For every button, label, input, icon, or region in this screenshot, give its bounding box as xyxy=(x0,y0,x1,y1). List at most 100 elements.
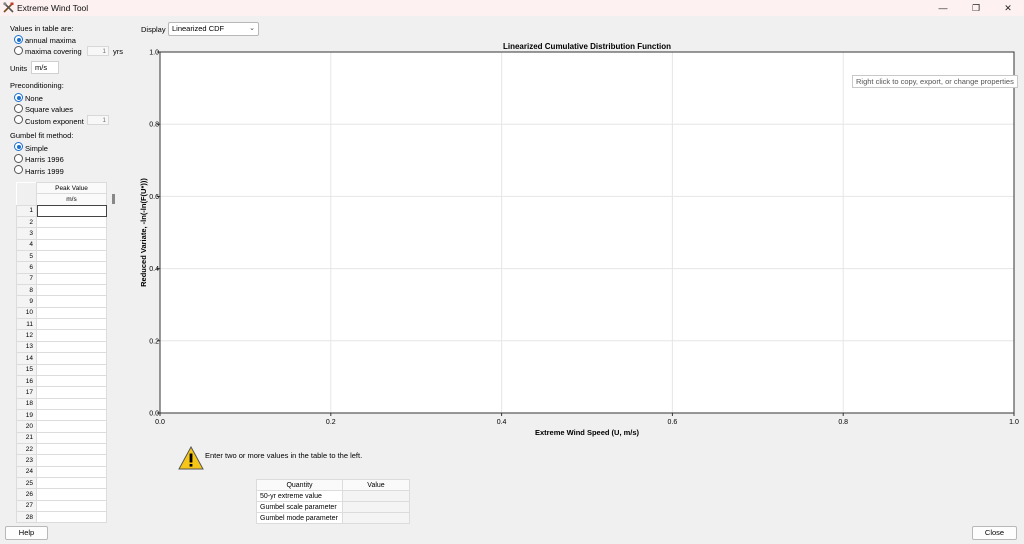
row-number: 2 xyxy=(16,216,37,229)
table-row: 27 xyxy=(16,499,107,512)
quantity-cell: 50-yr extreme value xyxy=(256,490,343,502)
row-number: 19 xyxy=(16,408,37,422)
close-window-button[interactable]: ✕ xyxy=(993,1,1023,15)
table-row: 4 xyxy=(16,238,107,252)
table-row: 28 xyxy=(16,510,107,524)
quantity-header: Quantity xyxy=(256,479,343,491)
y-axis-label: Reduced Variate, -ln(-ln(F(U*))) xyxy=(139,178,148,287)
row-number: 18 xyxy=(16,397,37,410)
row-number: 22 xyxy=(16,442,37,456)
peak-value-cell[interactable] xyxy=(36,318,107,331)
results-table: Quantity Value 50-yr extreme value Gumbe… xyxy=(256,479,410,524)
yrs-label: yrs xyxy=(113,47,123,56)
table-row: 17 xyxy=(16,386,107,399)
peak-value-cell[interactable] xyxy=(36,499,107,512)
y-tick-label: 0.6 xyxy=(149,194,159,201)
y-tick-label: 0.8 xyxy=(149,122,159,129)
peak-value-cell[interactable] xyxy=(36,204,107,218)
peak-value-cell[interactable] xyxy=(36,340,107,354)
row-number: 16 xyxy=(16,374,37,388)
row-number: 12 xyxy=(16,329,37,342)
peak-value-cell[interactable] xyxy=(36,476,107,490)
table-row: 9 xyxy=(16,295,107,308)
row-number: 8 xyxy=(16,284,37,297)
display-select[interactable]: Linearized CDF ⌄ xyxy=(168,22,259,36)
table-scroll-handle[interactable] xyxy=(112,194,115,204)
window-title: Extreme Wind Tool xyxy=(17,3,89,13)
gumbel-harris-1999-label: Harris 1999 xyxy=(25,167,64,176)
peak-value-cell[interactable] xyxy=(36,238,107,252)
row-number: 11 xyxy=(16,318,37,331)
peak-value-header: Peak Value xyxy=(36,181,107,195)
corner-header-2 xyxy=(16,193,37,206)
radio-precond-custom[interactable] xyxy=(14,115,23,124)
table-row: Gumbel mode parameter xyxy=(256,512,410,524)
help-button[interactable]: Help xyxy=(5,526,48,540)
close-button[interactable]: Close xyxy=(972,526,1017,540)
corner-header xyxy=(16,182,37,194)
row-number: 10 xyxy=(16,306,37,320)
radio-gumbel-simple[interactable] xyxy=(14,142,23,151)
table-row: 14 xyxy=(16,352,107,365)
peak-value-cell[interactable] xyxy=(36,465,107,478)
custom-exponent-input[interactable]: 1 xyxy=(87,115,109,125)
peak-value-unit: m/s xyxy=(36,193,107,206)
row-number: 5 xyxy=(16,250,37,263)
radio-precond-none[interactable] xyxy=(14,93,23,102)
peak-value-cell[interactable] xyxy=(36,284,107,297)
table-row: 11 xyxy=(16,318,107,331)
x-tick-label: 0.0 xyxy=(155,419,165,426)
peak-value-cell[interactable] xyxy=(36,408,107,422)
peak-value-cell[interactable] xyxy=(36,295,107,308)
peak-value-cell[interactable] xyxy=(36,510,107,524)
plot-area xyxy=(160,52,1014,413)
table-row: 6 xyxy=(16,261,107,274)
row-number: 15 xyxy=(16,363,37,376)
peak-value-cell[interactable] xyxy=(36,442,107,456)
minimize-button[interactable]: — xyxy=(928,1,958,15)
table-row: 1 xyxy=(16,204,107,218)
radio-annual-maxima[interactable] xyxy=(14,35,23,44)
gumbel-harris-1996-label: Harris 1996 xyxy=(25,155,64,164)
annual-maxima-label: annual maxima xyxy=(25,36,76,45)
units-input[interactable]: m/s xyxy=(31,61,59,74)
peak-value-cell[interactable] xyxy=(36,272,107,286)
table-row: 12 xyxy=(16,329,107,342)
row-number: 24 xyxy=(16,465,37,478)
peak-value-cell[interactable] xyxy=(36,261,107,274)
peak-value-cell[interactable] xyxy=(36,397,107,410)
table-row: 15 xyxy=(16,363,107,376)
covering-years-input[interactable]: 1 xyxy=(87,46,109,56)
peak-value-table[interactable]: Peak Value m/s 1 2 3 4 5 6 7 8 9 10 11 12 13 14 15 16 17… xyxy=(16,181,107,524)
maximize-button[interactable]: ❐ xyxy=(961,1,991,15)
row-number: 9 xyxy=(16,295,37,308)
peak-value-cell[interactable] xyxy=(36,329,107,342)
peak-value-cell[interactable] xyxy=(36,454,107,467)
radio-maxima-covering[interactable] xyxy=(14,46,23,55)
peak-value-cell[interactable] xyxy=(36,352,107,365)
peak-value-cell[interactable] xyxy=(36,488,107,501)
gumbel-simple-label: Simple xyxy=(25,144,48,153)
table-row: 18 xyxy=(16,397,107,410)
title-bar: Extreme Wind Tool — ❐ ✕ xyxy=(0,0,1024,16)
table-row: 25 xyxy=(16,476,107,490)
value-cell xyxy=(342,501,410,513)
chart-tooltip: Right click to copy, export, or change p… xyxy=(852,75,1018,88)
row-number: 26 xyxy=(16,488,37,501)
peak-value-cell[interactable] xyxy=(36,306,107,320)
radio-gumbel-harris-1999[interactable] xyxy=(14,165,23,174)
peak-value-cell[interactable] xyxy=(36,227,107,240)
peak-value-cell[interactable] xyxy=(36,363,107,376)
row-number: 17 xyxy=(16,386,37,399)
peak-value-cell[interactable] xyxy=(36,250,107,263)
row-number: 3 xyxy=(16,227,37,240)
radio-precond-square[interactable] xyxy=(14,104,23,113)
peak-value-cell[interactable] xyxy=(36,431,107,444)
peak-value-cell[interactable] xyxy=(36,216,107,229)
table-row: 22 xyxy=(16,442,107,456)
peak-value-cell[interactable] xyxy=(36,374,107,388)
peak-value-cell[interactable] xyxy=(36,420,107,433)
peak-value-cell[interactable] xyxy=(36,386,107,399)
cdf-chart[interactable]: 0.0 0.2 0.4 0.6 0.8 1.0 0.0 0.2 0.4 0.6 0.8 1.0 Line… xyxy=(130,40,1024,440)
radio-gumbel-harris-1996[interactable] xyxy=(14,154,23,163)
